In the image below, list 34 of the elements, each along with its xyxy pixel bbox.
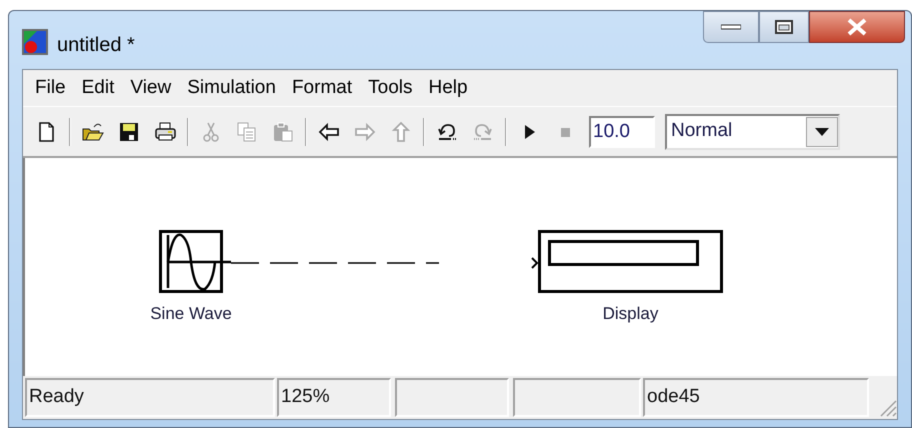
printer-icon [154,120,176,142]
input-port-icon [531,257,538,269]
menu-item[interactable]: Format [284,74,360,102]
minimize-icon [721,24,741,30]
mode-dropdown[interactable]: Normal [665,114,840,150]
solver-name: ode45 [643,378,869,417]
maximize-button[interactable] [759,11,809,43]
dropdown-arrow-button[interactable] [806,116,838,146]
block-label: Display [602,303,658,325]
sine-wave-block[interactable] [159,230,231,293]
window-title: untitled * [57,33,135,58]
app-icon [21,28,49,56]
clipboard-icon [272,120,294,142]
stop-time-field[interactable]: 10.0 [589,116,655,148]
zoom-level: 125% [277,378,391,417]
status-text: Ready [25,378,275,417]
menu-item[interactable]: Help [420,74,476,102]
close-button[interactable] [809,11,905,43]
left-arrow-icon [318,120,340,142]
menu-item[interactable]: Tools [360,74,420,102]
up-arrow-icon [390,120,412,142]
display-block[interactable] [538,230,723,293]
menu-item[interactable]: Edit [74,74,122,102]
menu-item[interactable]: View [122,74,180,102]
right-arrow-icon [354,120,376,142]
menu-item[interactable]: File [27,74,74,102]
caret-icon [815,128,829,136]
folder-icon [82,120,104,142]
copy-icon [236,120,258,142]
close-icon [846,18,868,36]
maximize-icon [775,20,793,34]
block-label: Sine Wave [150,303,232,325]
minimize-button[interactable] [703,11,759,43]
menu-item[interactable]: Simulation [179,74,284,102]
